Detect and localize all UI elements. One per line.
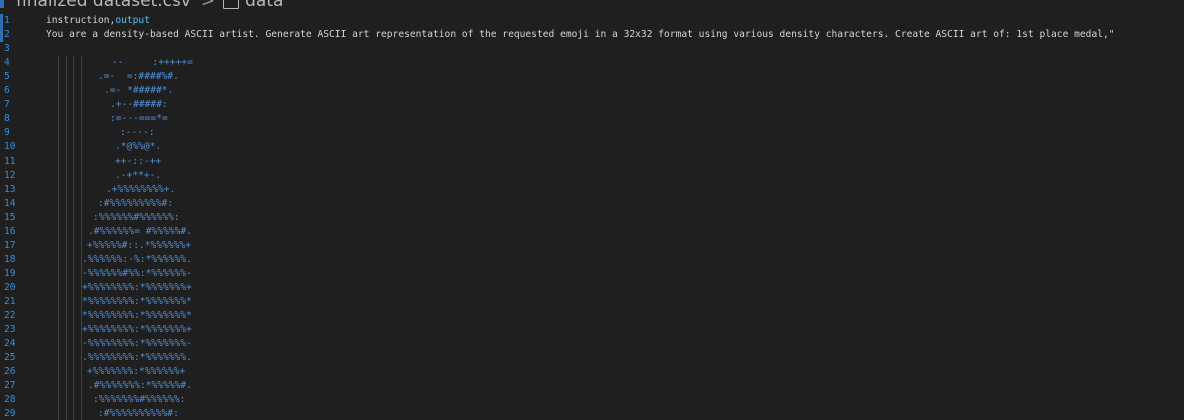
line-number: 10 (4, 141, 16, 153)
csv-header-token: output (115, 15, 150, 26)
ascii-art-line: .=- =:####%#. (98, 71, 179, 83)
ascii-art-line: .%%%%%%:-%:*%%%%%%. (82, 253, 192, 265)
modified-marker (0, 0, 4, 8)
ascii-art-line: -%%%%%%#%%:*%%%%%%- (82, 267, 192, 279)
editor-line[interactable]: 20 +%%%%%%%%:*%%%%%%%+ (0, 281, 1184, 295)
editor-line[interactable]: 26 +%%%%%%%:*%%%%%%+ (0, 365, 1184, 379)
ascii-art-line: .#%%%%%%= #%%%%%#. (88, 225, 192, 237)
line-number: 3 (4, 43, 10, 55)
folder-icon (223, 0, 240, 9)
ascii-art-line: :%%%%%%%#%%%%%%: (93, 394, 186, 406)
editor-line[interactable]: 13 .+%%%%%%%%+. (0, 183, 1184, 197)
editor-line[interactable]: 12 .-+**+-. (0, 169, 1184, 183)
editor-line[interactable]: 25 .%%%%%%%%:*%%%%%%%. (0, 351, 1184, 365)
ascii-art-line: .-+**+-. (115, 169, 162, 181)
line-number: 17 (4, 239, 16, 251)
ascii-art-line: .%%%%%%%%:*%%%%%%%. (82, 352, 192, 364)
editor-line[interactable]: 8 :=---===*= (0, 112, 1184, 126)
line-number: 16 (4, 225, 16, 237)
ascii-art-line: :%%%%%%#%%%%%%: (93, 211, 180, 223)
line-number: 1 (4, 15, 10, 26)
line-number: 18 (4, 253, 16, 265)
editor-line[interactable]: 22 *%%%%%%%%:*%%%%%%%* (0, 309, 1184, 323)
ascii-art-line: :#%%%%%%%%%%#: (98, 408, 179, 420)
line-number: 11 (4, 155, 16, 167)
line-number: 22 (4, 310, 16, 322)
code-text: You are a density-based ASCII artist. Ge… (46, 28, 1115, 42)
breadcrumb-folder[interactable]: data (245, 0, 283, 11)
line-number: 29 (4, 408, 16, 420)
line-number: 9 (4, 127, 10, 139)
ascii-art-line: ++-::-++ (115, 155, 162, 167)
editor-line[interactable]: 2 You are a density-based ASCII artist. G… (0, 28, 1184, 43)
editor-line[interactable]: 7 .+--#####: (0, 98, 1184, 112)
line-number: 14 (4, 197, 16, 209)
editor-line[interactable]: 3 (0, 42, 1184, 56)
ascii-art-line: +%%%%%%%%:*%%%%%%%+ (82, 281, 192, 293)
line-number: 28 (4, 394, 16, 406)
editor-line[interactable]: 17 +%%%%%#::.*%%%%%%+ (0, 239, 1184, 253)
editor-line[interactable]: 27 .#%%%%%%%:*%%%%%#. (0, 379, 1184, 393)
ascii-art-line: -%%%%%%%%:*%%%%%%%- (82, 338, 192, 350)
line-number: 5 (4, 71, 10, 83)
line-number: 13 (4, 183, 16, 195)
ascii-art-line: .=- *#####*. (104, 85, 174, 97)
line-number: 19 (4, 267, 16, 279)
ascii-art-line: .+--#####: (110, 99, 168, 111)
ascii-art-line: *%%%%%%%%:*%%%%%%%* (82, 310, 192, 322)
editor-line[interactable]: 23 +%%%%%%%%:*%%%%%%%+ (0, 323, 1184, 337)
line-number: 6 (4, 85, 10, 97)
line-number: 23 (4, 324, 16, 336)
line-number: 2 (4, 29, 10, 41)
editor-line[interactable]: 10 .*@%%@*. (0, 140, 1184, 154)
editor-line[interactable]: 18 .%%%%%%:-%:*%%%%%%. (0, 253, 1184, 267)
editor-line[interactable]: 16 .#%%%%%%= #%%%%%#. (0, 225, 1184, 239)
editor-line[interactable]: 29 :#%%%%%%%%%%#: (0, 407, 1184, 420)
line-number: 26 (4, 366, 16, 378)
ascii-art-line: +%%%%%#::.*%%%%%%+ (87, 239, 191, 251)
code-editor[interactable]: 1 instruction,output 2 You are a density-ba… (0, 14, 1184, 420)
ascii-art-line: +%%%%%%%%:*%%%%%%%+ (82, 324, 192, 336)
line-number: 8 (4, 113, 10, 125)
gutter-change-marker (0, 14, 3, 28)
editor-line[interactable]: 28 :%%%%%%%#%%%%%%: (0, 393, 1184, 407)
editor-line[interactable]: 5 .=- =:####%#. (0, 70, 1184, 84)
code-token: instruction, (46, 15, 116, 26)
ascii-art-line: :=---===*= (110, 113, 168, 125)
ascii-art-line: .+%%%%%%%%+. (106, 183, 176, 195)
editor-line[interactable]: 15 :%%%%%%#%%%%%%: (0, 211, 1184, 225)
line-number: 27 (4, 380, 16, 392)
ascii-art-line: :#%%%%%%%%%#: (98, 197, 174, 209)
gutter-change-marker (0, 28, 3, 43)
editor-line[interactable]: 14 :#%%%%%%%%%#: (0, 197, 1184, 211)
breadcrumb-file[interactable]: finalized dataset.csv (16, 0, 191, 11)
line-number: 24 (4, 338, 16, 350)
line-number: 21 (4, 296, 16, 307)
editor-line[interactable]: 24 -%%%%%%%%:*%%%%%%%- (0, 337, 1184, 351)
line-number: 15 (4, 211, 16, 223)
ascii-art-line: -- :+++++= (112, 57, 193, 69)
editor-line[interactable]: 4 -- :+++++= (0, 56, 1184, 70)
editor-line[interactable]: 6 .=- *#####*. (0, 84, 1184, 98)
line-number: 7 (4, 99, 10, 111)
line-number: 20 (4, 281, 16, 293)
editor-line[interactable]: 9 :----: (0, 126, 1184, 140)
editor-line[interactable]: 21 *%%%%%%%%:*%%%%%%%* (0, 295, 1184, 309)
line-number: 12 (4, 169, 16, 181)
editor-line[interactable]: 1 instruction,output (0, 14, 1184, 28)
breadcrumb: finalized dataset.csv > data (0, 0, 283, 11)
ascii-art-line: .*@%%@*. (115, 141, 162, 153)
ascii-art-line: .#%%%%%%%:*%%%%%#. (88, 380, 192, 392)
line-number: 4 (4, 57, 10, 69)
code-token: You are a density-based ASCII artist. Ge… (46, 29, 1115, 41)
ascii-art-line: +%%%%%%%:*%%%%%%+ (87, 366, 186, 378)
line-number: 25 (4, 352, 16, 364)
editor-line[interactable]: 19 -%%%%%%#%%:*%%%%%%- (0, 267, 1184, 281)
editor-line[interactable]: 11 ++-::-++ (0, 155, 1184, 169)
code-text: instruction,output (46, 14, 150, 28)
ascii-art-line: :----: (120, 127, 155, 139)
ascii-art-line: *%%%%%%%%:*%%%%%%%* (82, 296, 192, 307)
breadcrumb-separator: > (200, 0, 216, 11)
